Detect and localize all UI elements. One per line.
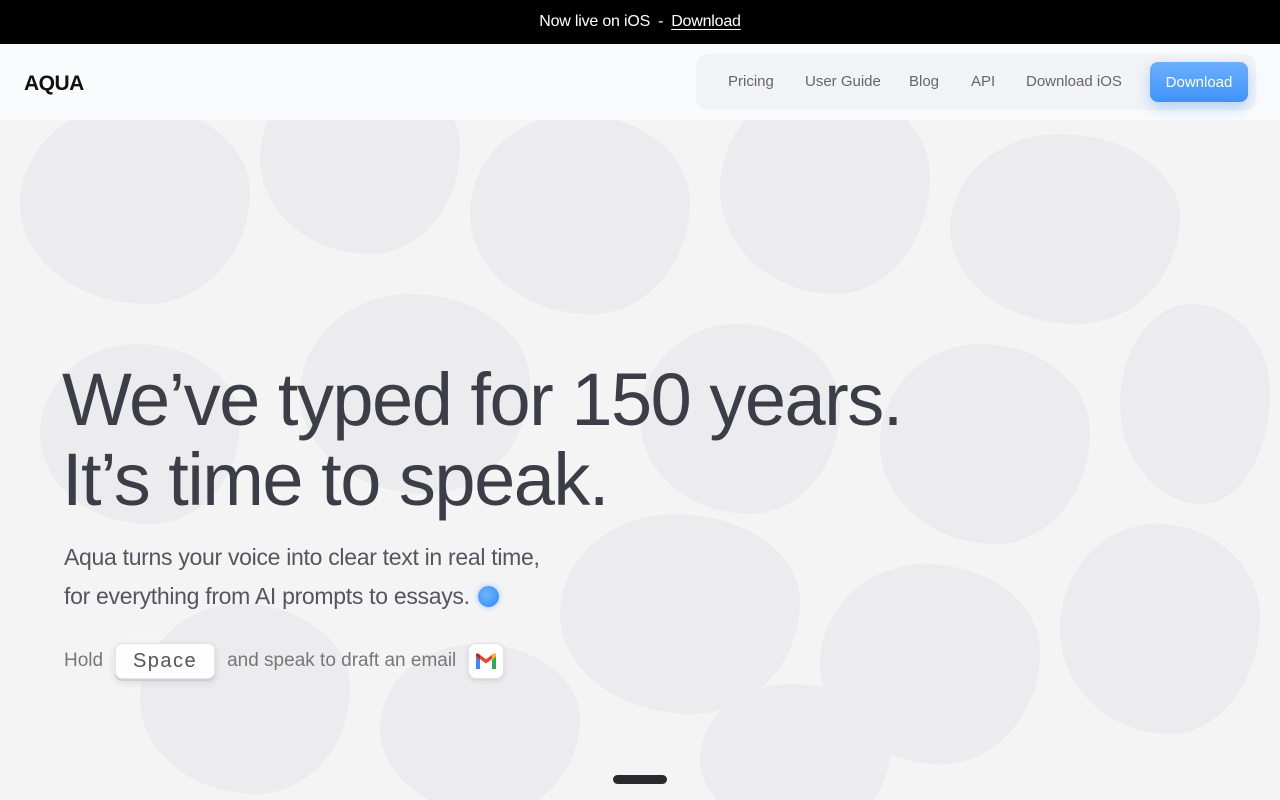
hero-subtitle-line-2: for everything from AI prompts to essays…	[64, 583, 470, 609]
nav-download-ios[interactable]: Download iOS	[1026, 73, 1122, 90]
download-button[interactable]: Download	[1150, 62, 1248, 102]
nav-api[interactable]: API	[971, 73, 995, 90]
announcement-separator: -	[658, 13, 664, 30]
gmail-logo-svg	[476, 652, 497, 669]
hero-title-line-1: We’ve typed for 150 years.	[62, 358, 903, 441]
hero-subtitle: Aqua turns your voice into clear text in…	[64, 538, 540, 616]
scroll-handle[interactable]	[613, 775, 667, 784]
main-nav: Pricing User Guide Blog API Download iOS…	[696, 54, 1256, 110]
logo[interactable]: AQUA	[24, 72, 84, 96]
hero-subtitle-line-2-row: for everything from AI prompts to essays…	[64, 577, 540, 616]
hold-instruction: Hold Space and speak to draft an email	[64, 642, 505, 680]
announcement-download-link[interactable]: Download	[671, 13, 741, 31]
site-header: AQUA Pricing User Guide Blog API Downloa…	[0, 44, 1280, 120]
hero-subtitle-line-1: Aqua turns your voice into clear text in…	[64, 544, 540, 570]
action-text: and speak to draft an email	[227, 650, 457, 671]
hold-label: Hold	[64, 650, 104, 671]
space-key: Space	[115, 643, 216, 679]
hero-title-line-2: It’s time to speak.	[62, 438, 609, 521]
nav-blog[interactable]: Blog	[909, 73, 939, 90]
nav-user-guide[interactable]: User Guide	[805, 73, 881, 90]
announcement-bar: Now live on iOS - Download	[0, 0, 1280, 44]
announcement-text: Now live on iOS	[539, 13, 651, 30]
nav-pricing[interactable]: Pricing	[728, 73, 774, 90]
hero-title: We’ve typed for 150 years. It’s time to …	[62, 358, 903, 521]
recording-dot-icon	[477, 586, 499, 607]
gmail-icon	[468, 643, 505, 679]
